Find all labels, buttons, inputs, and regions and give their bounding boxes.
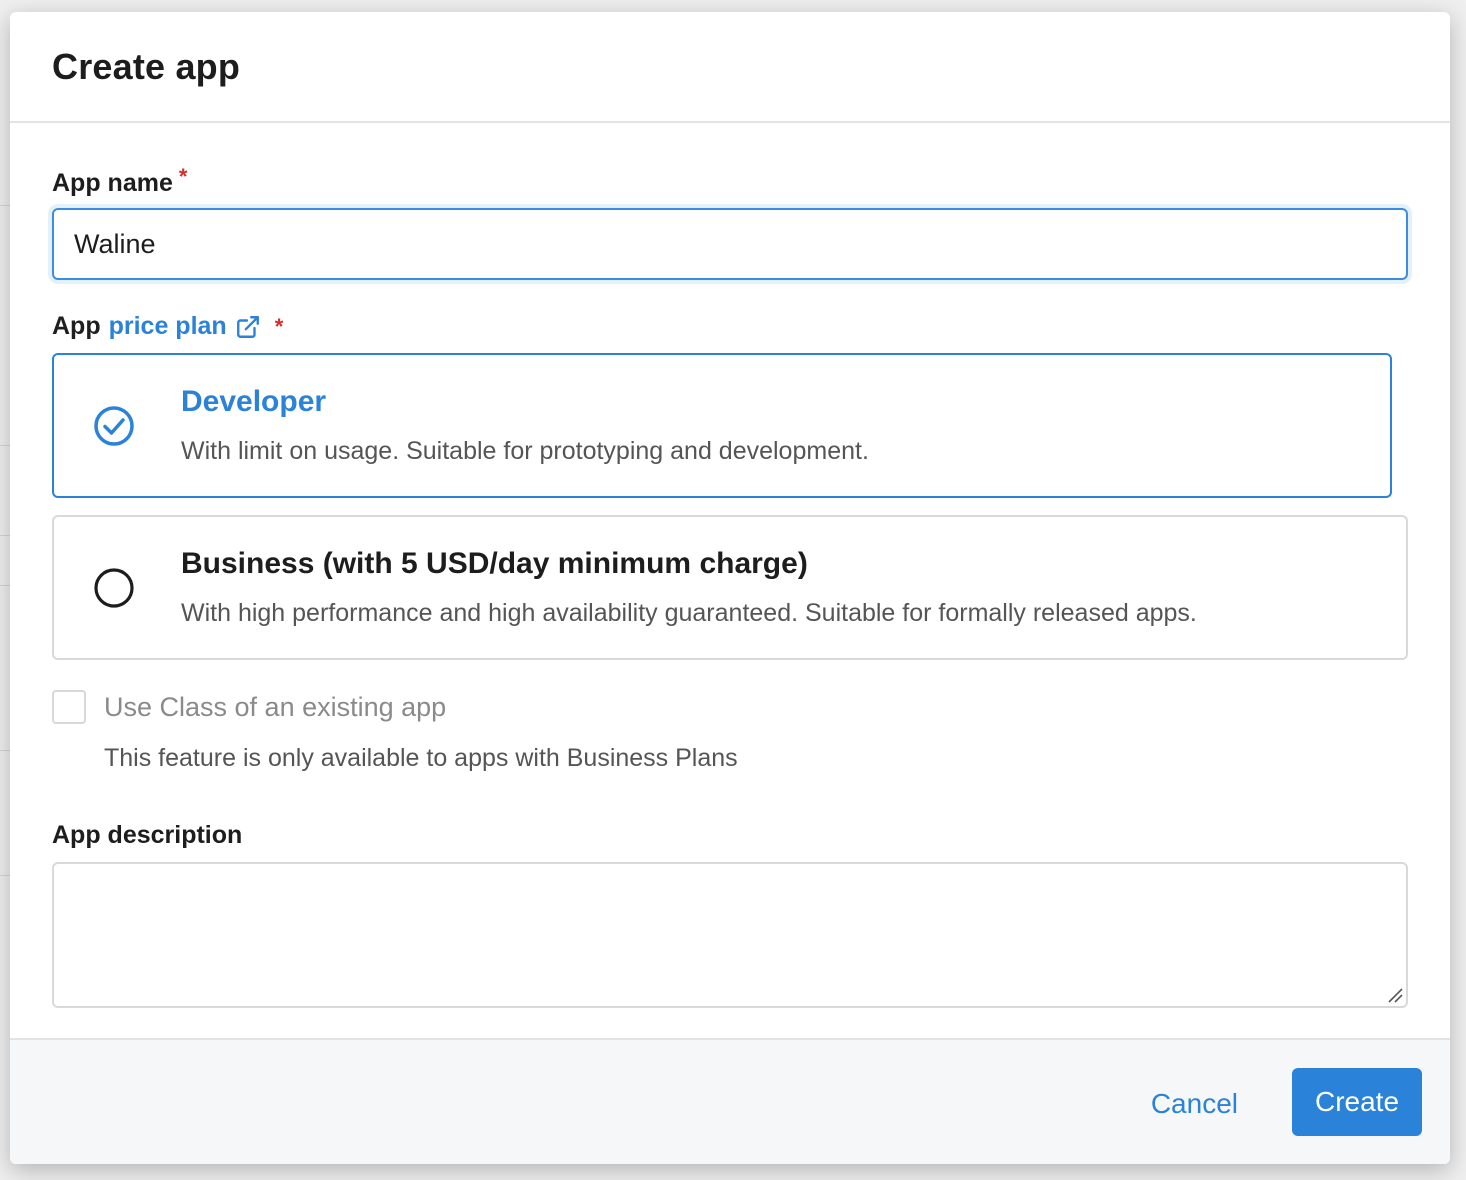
plan-title: Business (with 5 USD/day minimum charge): [181, 547, 808, 580]
app-name-value: Waline: [74, 228, 156, 259]
cancel-button[interactable]: Cancel: [1151, 1088, 1238, 1120]
plan-option-business[interactable]: Business (with 5 USD/day minimum charge)…: [52, 515, 1408, 660]
external-link-icon[interactable]: [235, 314, 261, 340]
resize-handle-icon[interactable]: [1386, 986, 1404, 1004]
price-plan-label: App price plan *: [52, 312, 1408, 341]
app-description-label: App description: [52, 821, 1408, 850]
use-class-help: This feature is only available to apps w…: [104, 744, 738, 772]
app-name-input[interactable]: Waline: [52, 208, 1408, 280]
create-app-dialog: Create app App name * Waline App price p…: [10, 12, 1450, 1164]
price-plan-label-prefix: App: [52, 312, 101, 340]
dialog-body: App name * Waline App price plan * Devel…: [10, 123, 1450, 1008]
radio-empty-icon[interactable]: [92, 566, 136, 610]
required-asterisk: *: [178, 164, 188, 189]
use-class-row: Use Class of an existing app: [52, 690, 1408, 724]
plan-description: With high performance and high availabil…: [181, 599, 1197, 627]
required-asterisk: *: [274, 313, 284, 339]
app-description-textarea[interactable]: [52, 862, 1408, 1008]
dialog-footer: Cancel Create: [10, 1038, 1450, 1164]
create-button[interactable]: Create: [1292, 1068, 1422, 1136]
app-name-label: App name *: [52, 164, 1408, 198]
plan-description: With limit on usage. Suitable for protot…: [181, 437, 869, 465]
plan-title: Developer: [181, 385, 327, 418]
check-circle-icon[interactable]: [92, 404, 136, 448]
price-plan-link[interactable]: price plan: [109, 312, 227, 341]
dialog-title: Create app: [52, 46, 241, 87]
app-description-label-text: App description: [52, 821, 243, 849]
use-class-checkbox[interactable]: [52, 690, 86, 724]
use-class-label: Use Class of an existing app: [104, 691, 447, 722]
dialog-header: Create app: [10, 12, 1450, 123]
app-name-label-text: App name: [52, 169, 173, 197]
plan-option-developer[interactable]: Developer With limit on usage. Suitable …: [52, 353, 1392, 498]
